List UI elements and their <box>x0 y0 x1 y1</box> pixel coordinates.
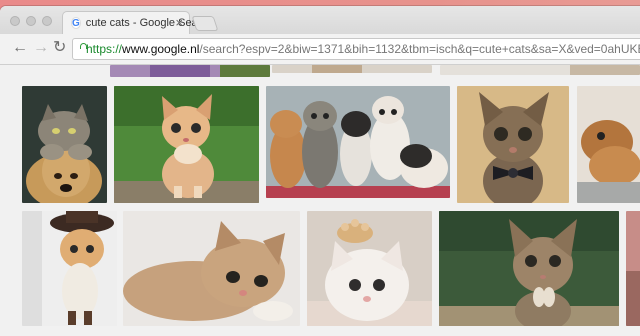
browser-window: G cute cats - Google Search × ← → ↻ http… <box>0 6 640 336</box>
forward-arrow-icon[interactable]: → <box>33 39 49 57</box>
image-white-kitten-tiara[interactable] <box>307 211 432 326</box>
image-tabby-kitten-bowtie[interactable] <box>457 86 569 203</box>
image-five-kittens[interactable] <box>266 86 450 198</box>
partial-image-2[interactable] <box>272 65 432 73</box>
url-host: www.google.nl <box>122 42 200 56</box>
image-kitten-on-dog[interactable] <box>22 86 107 203</box>
back-arrow-icon[interactable]: ← <box>12 39 28 57</box>
url-scheme: https:// <box>86 42 123 56</box>
url-path: /search?espv=2&biw=1371&bih=1132&tbm=isc… <box>199 42 640 56</box>
browser-toolbar: ← → ↻ https://www.google.nl/search?espv=… <box>0 34 640 65</box>
image-kitten-lying-down[interactable] <box>123 211 300 326</box>
tab-bar: G cute cats - Google Search × <box>0 6 640 34</box>
zoom-window-button[interactable] <box>42 16 52 26</box>
image-tabby-kitten-praying[interactable] <box>439 211 619 326</box>
image-edge-cat[interactable] <box>626 211 640 326</box>
image-kitten-on-pillow[interactable] <box>577 86 640 203</box>
new-tab-button[interactable] <box>191 16 219 31</box>
image-kitten-in-hat[interactable] <box>22 211 117 326</box>
minimize-window-button[interactable] <box>26 16 36 26</box>
tab-google-search[interactable]: G cute cats - Google Search × <box>62 11 213 34</box>
tab-close-icon[interactable]: × <box>175 15 183 30</box>
address-url[interactable]: https://www.google.nl/search?espv=2&biw=… <box>86 42 640 56</box>
close-window-button[interactable] <box>10 16 20 26</box>
google-favicon-icon: G <box>71 17 81 29</box>
partial-image-3[interactable] <box>440 65 640 75</box>
reload-icon[interactable]: ↻ <box>53 39 66 57</box>
address-bar[interactable]: https://www.google.nl/search?espv=2&biw=… <box>72 38 640 60</box>
partial-image-1[interactable] <box>110 65 270 77</box>
image-orange-kitten-on-grass[interactable] <box>114 86 259 203</box>
image-results <box>0 65 640 336</box>
